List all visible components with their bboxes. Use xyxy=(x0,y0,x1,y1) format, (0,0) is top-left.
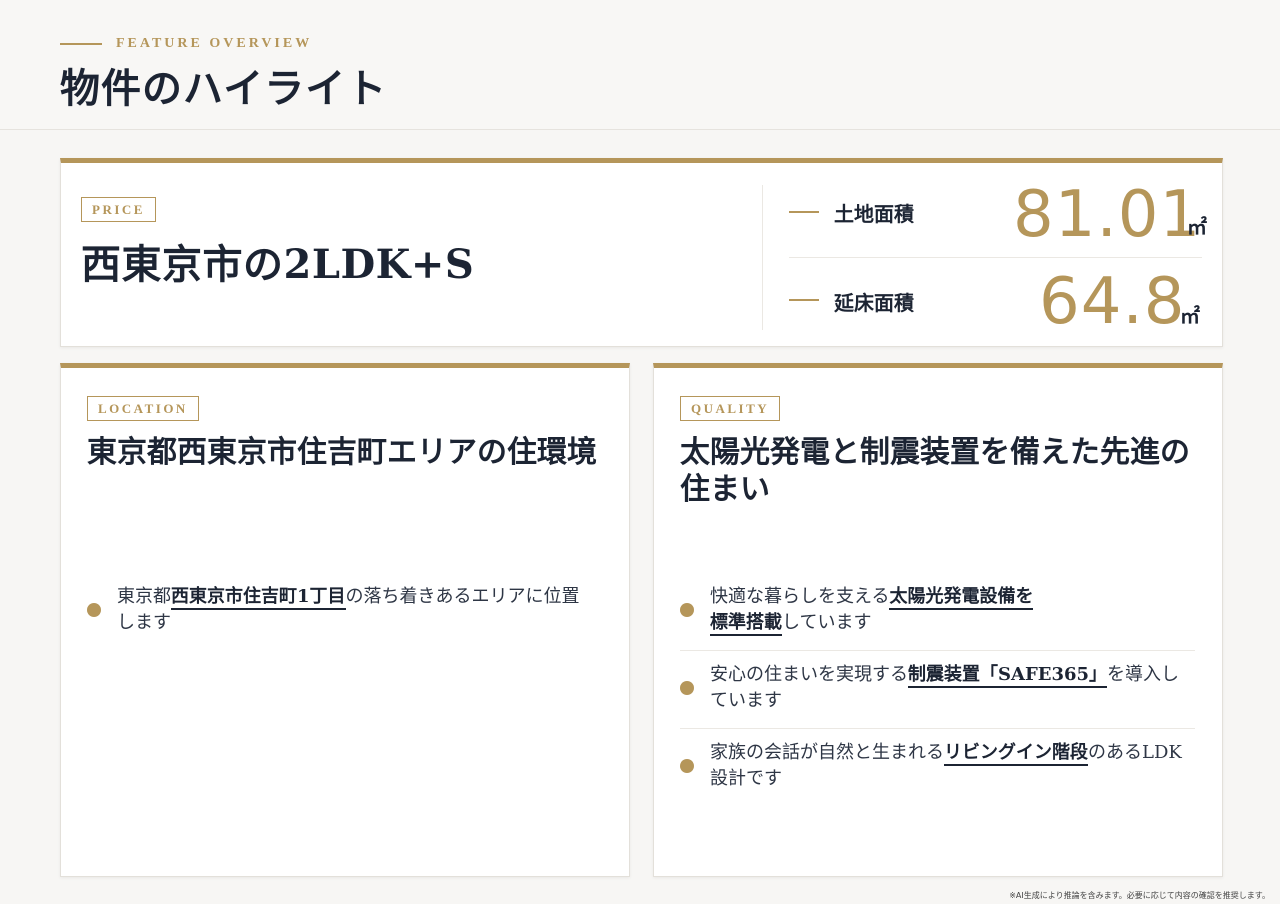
land-area-value: 81.01 xyxy=(1013,178,1202,252)
land-area-label: 土地面積 xyxy=(834,202,914,226)
dash-marker xyxy=(789,299,819,301)
quality-heading: 太陽光発電と制震装置を備えた先進の住まい xyxy=(680,435,1190,507)
eyebrow: FEATURE OVERVIEW xyxy=(60,35,312,53)
bullet-dot xyxy=(680,681,694,695)
price-tag: PRICE xyxy=(81,197,156,222)
bullet-highlight: 制震装置「SAFE365」 xyxy=(908,664,1108,688)
page-header: FEATURE OVERVIEW 物件のハイライト xyxy=(0,0,1280,130)
floor-area-value: 64.8 xyxy=(1039,265,1186,339)
floor-area-row: 延床面積 64.8 ㎡ xyxy=(789,263,1202,339)
location-tag: LOCATION xyxy=(87,396,199,421)
bullet-dot xyxy=(680,759,694,773)
list-separator xyxy=(680,650,1195,651)
bullet-highlight: 標準搭載 xyxy=(710,612,782,636)
price-summary: PRICE 西東京市の2LDK+S xyxy=(81,197,474,290)
bullet-dot xyxy=(87,603,101,617)
bullet-text: 安心の住まいを実現する xyxy=(710,664,908,685)
floor-area-label: 延床面積 xyxy=(834,291,914,315)
bullet-text: 快適な暮らしを支える xyxy=(710,586,890,607)
price-card: PRICE 西東京市の2LDK+S 土地面積 81.01 ㎡ 延床面積 64.8… xyxy=(60,158,1223,347)
quality-tag: QUALITY xyxy=(680,396,781,421)
floor-area-unit: ㎡ xyxy=(1180,304,1200,328)
land-area-row: 土地面積 81.01 ㎡ xyxy=(789,175,1207,258)
bullet-highlight: リビングイン階段 xyxy=(944,742,1088,766)
eyebrow-text: FEATURE OVERVIEW xyxy=(116,36,313,51)
quality-card: QUALITY 太陽光発電と制震装置を備えた先進の住まい 快適な暮らしを支える太… xyxy=(653,363,1223,877)
list-item: 快適な暮らしを支える太陽光発電設備を標準搭載しています xyxy=(680,584,1190,636)
disclaimer: ※AI生成により推論を含みます。必要に応じて内容の確認を推奨します。 xyxy=(1009,891,1270,900)
list-item: 家族の会話が自然と生まれるリビングイン階段のあるLDK設計です xyxy=(680,740,1190,792)
page-title: 物件のハイライト xyxy=(60,65,388,112)
bullet-dot xyxy=(680,603,694,617)
land-area-unit: ㎡ xyxy=(1187,215,1207,239)
bullet-highlight: 太陽光発電設備を xyxy=(889,586,1034,610)
dash-marker xyxy=(789,211,819,213)
location-heading: 東京都西東京市住吉町エリアの住環境 xyxy=(87,435,597,470)
list-item: 安心の住まいを実現する制震装置「SAFE365」を導入しています xyxy=(680,662,1190,714)
bullet-highlight: 西東京市住吉町1丁目 xyxy=(171,586,346,610)
property-title: 西東京市の2LDK+S xyxy=(81,241,475,288)
divider xyxy=(762,185,763,330)
bullet-text: 家族の会話が自然と生まれる xyxy=(710,742,944,763)
bullet-text: しています xyxy=(782,612,872,633)
bullet-text: 東京都 xyxy=(117,586,171,607)
eyebrow-line xyxy=(60,43,102,45)
list-separator xyxy=(680,728,1195,729)
list-item: 東京都西東京市住吉町1丁目の落ち着きあるエリアに位置します xyxy=(87,584,597,636)
location-card: LOCATION 東京都西東京市住吉町エリアの住環境 東京都西東京市住吉町1丁目… xyxy=(60,363,630,877)
